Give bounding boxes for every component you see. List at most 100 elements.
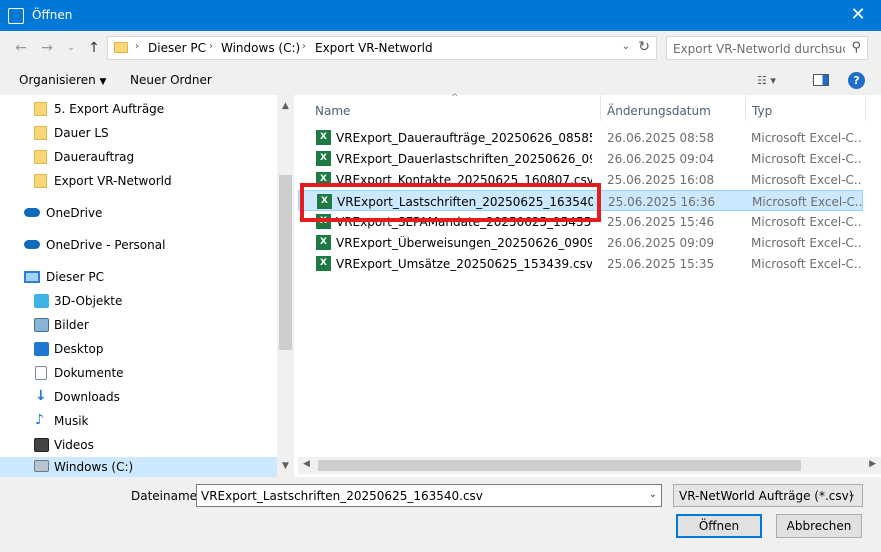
cancel-button[interactable]: Abbrechen xyxy=(776,514,862,538)
file-type-filter-select[interactable]: VR-NetWorld Aufträge (*.csv) ⌄ xyxy=(673,484,863,507)
content-area: 5. Export Aufträge Dauer LS Dauerauftrag… xyxy=(0,93,881,477)
horizontal-scrollbar[interactable]: ◀ ▶ xyxy=(298,457,881,474)
sidebar-item-onedrive[interactable]: OneDrive xyxy=(0,202,277,224)
sidebar-item-videos[interactable]: Videos xyxy=(0,434,277,456)
horizontal-scroll-thumb[interactable] xyxy=(318,460,801,471)
excel-csv-icon: X xyxy=(316,130,331,145)
sidebar-item-pictures[interactable]: Bilder xyxy=(0,314,277,336)
file-type: Microsoft Excel-C... xyxy=(751,236,861,250)
sidebar-item-music[interactable]: ♪ Musik xyxy=(0,410,277,432)
sidebar-item-label: Downloads xyxy=(54,390,120,404)
file-name: VRExport_Umsätze_20250625_153439.csv xyxy=(336,257,592,271)
file-type: Microsoft Excel-C... xyxy=(752,195,862,209)
file-date: 26.06.2025 09:04 xyxy=(607,152,715,166)
file-type: Microsoft Excel-C... xyxy=(751,131,861,145)
address-bar[interactable]: › Dieser PC › Windows (C:) › Export VR-N… xyxy=(107,36,657,60)
documents-icon xyxy=(35,366,47,380)
column-divider[interactable] xyxy=(600,95,601,121)
open-file-dialog: Öffnen ✕ ← → ⌄ ↑ › Dieser PC › Windows (… xyxy=(0,0,881,552)
search-placeholder: Export VR-Networld durchsuchen xyxy=(673,42,845,56)
sidebar-item-onedrive-personal[interactable]: OneDrive - Personal xyxy=(0,234,277,256)
column-header-name[interactable]: Name xyxy=(315,104,350,118)
filename-label: Dateiname: xyxy=(131,489,202,503)
view-options-icon[interactable]: ☷ ▾ xyxy=(757,74,791,88)
scroll-left-icon[interactable]: ◀ xyxy=(303,459,310,469)
sort-ascending-icon: ^ xyxy=(451,93,459,103)
sidebar-item-label: Dokumente xyxy=(54,366,124,380)
preview-pane-icon[interactable] xyxy=(813,74,829,86)
file-date: 25.06.2025 15:46 xyxy=(607,215,715,229)
sidebar-item-label: Desktop xyxy=(54,342,104,356)
chevron-down-icon: ⌄ xyxy=(847,489,856,500)
desktop-icon xyxy=(34,342,49,356)
close-button[interactable]: ✕ xyxy=(835,0,881,31)
refresh-icon[interactable]: ↻ xyxy=(638,39,650,55)
chevron-right-icon: › xyxy=(302,41,306,52)
chevron-right-icon: › xyxy=(135,41,139,52)
sidebar-item-label: Dauerauftrag xyxy=(54,150,135,164)
breadcrumb-windows-c[interactable]: Windows (C:) xyxy=(221,41,300,55)
arrow-right-icon[interactable]: → xyxy=(38,39,56,57)
column-header-type[interactable]: Typ xyxy=(752,104,772,118)
pc-icon xyxy=(24,271,40,283)
organize-button[interactable]: Organisieren ▼ xyxy=(19,73,106,87)
file-list: ^ Name Änderungsdatum Typ X VRExport_Dau… xyxy=(298,93,881,477)
column-divider[interactable] xyxy=(745,95,746,121)
new-folder-button[interactable]: Neuer Ordner xyxy=(130,73,212,87)
chevron-down-icon[interactable]: ⌄ xyxy=(62,39,80,57)
sidebar-item-this-pc[interactable]: Dieser PC xyxy=(0,266,277,288)
music-icon: ♪ xyxy=(35,412,44,428)
folder-icon xyxy=(34,174,47,188)
filename-input[interactable]: VRExport_Lastschriften_20250625_163540.c… xyxy=(196,484,662,507)
search-input[interactable]: Export VR-Networld durchsuchen ⚲ xyxy=(666,36,868,60)
sidebar-item-dauerauftrag[interactable]: Dauerauftrag xyxy=(0,146,277,168)
breadcrumb-export-vr-networld[interactable]: Export VR-Networld xyxy=(315,41,433,55)
file-type: Microsoft Excel-C... xyxy=(751,152,861,166)
file-name: VRExport_Überweisungen_20250626_090942.c… xyxy=(336,236,592,250)
open-button[interactable]: Öffnen xyxy=(676,514,762,538)
file-row[interactable]: X VRExport_Daueraufträge_20250626_085850… xyxy=(298,127,863,148)
sidebar-item-windows-c[interactable]: Windows (C:) xyxy=(0,457,277,477)
sidebar-item-export-vr-networld[interactable]: Export VR-Networld xyxy=(0,170,277,192)
file-date: 26.06.2025 08:58 xyxy=(607,131,715,145)
column-header-date[interactable]: Änderungsdatum xyxy=(607,104,711,118)
sidebar-item-dauer-ls[interactable]: Dauer LS xyxy=(0,122,277,144)
excel-csv-icon: X xyxy=(316,235,331,250)
arrow-up-icon[interactable]: ↑ xyxy=(85,39,103,57)
scroll-right-icon[interactable]: ▶ xyxy=(869,459,876,469)
column-divider[interactable] xyxy=(865,95,866,121)
folder-icon xyxy=(34,150,47,164)
arrow-left-icon[interactable]: ← xyxy=(12,39,30,57)
file-name: VRExport_Dauerlastschriften_20250626_090… xyxy=(336,152,592,166)
sidebar-item-label: OneDrive - Personal xyxy=(46,238,166,252)
file-date: 26.06.2025 09:09 xyxy=(607,236,715,250)
file-date: 25.06.2025 15:35 xyxy=(607,257,715,271)
sidebar-item-downloads[interactable]: ↓ Downloads xyxy=(0,386,277,408)
sidebar-item-desktop[interactable]: Desktop xyxy=(0,338,277,360)
chevron-down-icon[interactable]: ⌄ xyxy=(622,41,630,52)
scroll-down-icon[interactable]: ▼ xyxy=(279,461,292,471)
sidebar-item-label: OneDrive xyxy=(46,206,103,220)
file-row[interactable]: X VRExport_Überweisungen_20250626_090942… xyxy=(298,232,863,253)
sidebar-item-3d-objects[interactable]: 3D-Objekte xyxy=(0,290,277,312)
folder-icon xyxy=(34,126,47,140)
help-icon[interactable]: ? xyxy=(848,72,865,89)
navigation-pane: 5. Export Aufträge Dauer LS Dauerauftrag… xyxy=(0,95,295,477)
sidebar-scroll-thumb[interactable] xyxy=(279,175,292,350)
breadcrumb-this-pc[interactable]: Dieser PC xyxy=(148,41,206,55)
file-row[interactable]: X VRExport_Dauerlastschriften_20250626_0… xyxy=(298,148,863,169)
chevron-down-icon[interactable]: ⌄ xyxy=(649,489,657,500)
sidebar-item-export-auftraege[interactable]: 5. Export Aufträge xyxy=(0,98,277,120)
videos-icon xyxy=(34,438,49,452)
sidebar-item-label: Dieser PC xyxy=(46,270,104,284)
sidebar-item-documents[interactable]: Dokumente xyxy=(0,362,277,384)
organize-label: Organisieren xyxy=(19,73,96,87)
file-name: VRExport_Daueraufträge_20250626_085850.c… xyxy=(336,131,592,145)
app-icon xyxy=(8,8,24,24)
sidebar-item-label: 3D-Objekte xyxy=(54,294,123,308)
file-row[interactable]: X VRExport_Umsätze_20250625_153439.csv 2… xyxy=(298,253,863,274)
folder-icon xyxy=(34,102,47,116)
pictures-icon xyxy=(34,318,49,332)
scroll-up-icon[interactable]: ▲ xyxy=(279,101,292,111)
file-date: 25.06.2025 16:36 xyxy=(608,195,716,209)
